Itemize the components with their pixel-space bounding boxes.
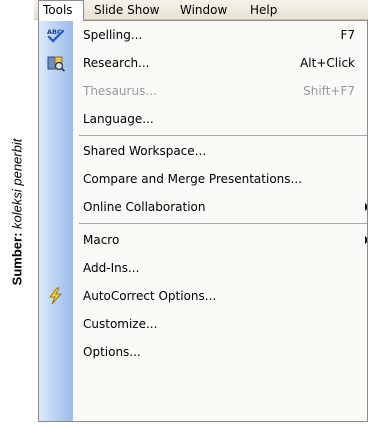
menu-item-label: Macro: [83, 233, 120, 247]
menu-item-spelling[interactable]: ABC Spelling... F7: [39, 22, 367, 48]
menu-item-label: Options...: [83, 345, 141, 359]
menu-bar: Tools Slide Show Window Help: [34, 0, 368, 21]
menu-item-research[interactable]: Research... Alt+Click: [39, 50, 367, 76]
menu-item-shortcut: F7: [340, 28, 355, 42]
menu-slide-show[interactable]: Slide Show: [90, 0, 166, 20]
autocorrect-icon: [46, 287, 66, 305]
spelling-icon: ABC: [46, 26, 66, 44]
menu-item-label: Thesaurus...: [83, 84, 157, 98]
menu-tools[interactable]: Tools: [38, 0, 84, 21]
menu-item-macro[interactable]: Macro: [39, 227, 367, 253]
menu-window[interactable]: Window: [176, 0, 234, 20]
menu-item-compare-merge[interactable]: Compare and Merge Presentations...: [39, 166, 367, 192]
menu-item-shared-workspace[interactable]: Shared Workspace...: [39, 138, 367, 164]
caption-text: Sumber: koleksi penerbit: [10, 139, 25, 286]
menu-separator: [79, 223, 367, 224]
menu-help[interactable]: Help: [246, 0, 286, 20]
menu-item-customize[interactable]: Customize...: [39, 311, 367, 337]
menu-item-online-collaboration[interactable]: Online Collaboration: [39, 194, 367, 220]
menu-item-shortcut: Shift+F7: [303, 84, 355, 98]
menu-item-label: Compare and Merge Presentations...: [83, 172, 302, 186]
menu-item-options[interactable]: Options...: [39, 339, 367, 365]
menu-item-label: Research...: [83, 56, 150, 70]
research-icon: [46, 54, 66, 72]
caption-source: koleksi penerbit: [9, 138, 25, 229]
menu-item-label: Language...: [83, 112, 154, 126]
menu-item-label: Customize...: [83, 317, 158, 331]
application-window: Tools Slide Show Window Help ABC Spellin…: [34, 0, 368, 426]
menu-item-autocorrect[interactable]: AutoCorrect Options...: [39, 283, 367, 309]
menu-item-language[interactable]: Language...: [39, 106, 367, 132]
menu-item-thesaurus[interactable]: Thesaurus... Shift+F7: [39, 78, 367, 104]
menu-item-add-ins[interactable]: Add-Ins...: [39, 255, 367, 281]
caption-label: Sumber:: [9, 228, 25, 286]
menu-item-label: Shared Workspace...: [83, 144, 207, 158]
menu-item-label: AutoCorrect Options...: [83, 289, 217, 303]
tools-dropdown-menu: ABC Spelling... F7 Research... Alt+Click…: [38, 20, 368, 422]
menu-item-label: Spelling...: [83, 28, 143, 42]
menu-item-label: Online Collaboration: [83, 200, 206, 214]
menu-item-label: Add-Ins...: [83, 261, 140, 275]
figure-caption: Sumber: koleksi penerbit: [0, 0, 34, 426]
menu-item-shortcut: Alt+Click: [300, 56, 355, 70]
menu-separator: [79, 135, 367, 136]
